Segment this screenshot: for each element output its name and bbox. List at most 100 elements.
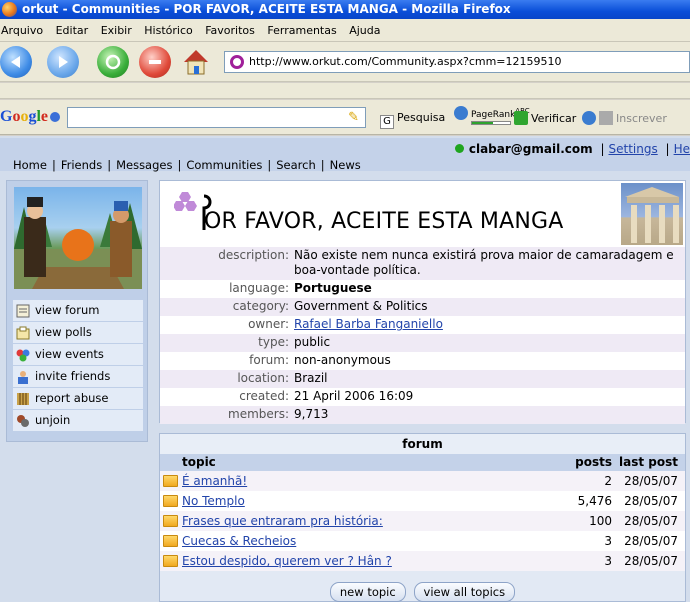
info-row-members: members: 9,713 (160, 406, 685, 424)
info-row-created: created: 21 April 2006 16:09 (160, 388, 685, 406)
created-value: 21 April 2006 16:09 (294, 389, 414, 403)
folder-icon (163, 495, 178, 507)
building-icon (625, 187, 679, 243)
folder-icon (163, 535, 178, 547)
invite-friends-link[interactable]: invite friends (13, 366, 143, 387)
stop-button[interactable] (139, 46, 171, 78)
forum-topic-row: É amanhã! 2 28/05/07 (160, 471, 685, 491)
forum-topic-row: No Templo 5,476 28/05/07 (160, 491, 685, 511)
pagerank-icon (454, 106, 468, 120)
report-abuse-label: report abuse (35, 391, 109, 405)
menu-exibir[interactable]: Exibir (97, 19, 136, 42)
community-info-table: description: Não existe nem nunca existi… (160, 247, 685, 424)
view-polls-link[interactable]: view polls (13, 322, 143, 343)
reload-icon (105, 54, 121, 70)
nav-communities[interactable]: Communities (186, 158, 262, 172)
site-favicon-icon (230, 55, 244, 69)
location-value: Brazil (294, 371, 328, 385)
folder-icon (163, 515, 178, 527)
community-sidebar: view forum view polls view events invite… (6, 180, 148, 442)
main-links: Home | Friends | Messages | Communities | Search… (13, 158, 361, 172)
report-abuse-link[interactable]: report abuse (13, 388, 143, 409)
topic-last-post: 28/05/07 (624, 514, 678, 528)
subscribe-button[interactable]: Inscrever (582, 111, 667, 125)
menu-historico[interactable]: Histórico (140, 19, 196, 42)
language-value: Portuguese (294, 281, 372, 295)
online-status-icon (454, 144, 464, 153)
topic-link[interactable]: No Templo (182, 491, 245, 511)
topic-last-post: 28/05/07 (624, 474, 678, 488)
home-button[interactable] (180, 46, 212, 78)
posts-column-header: posts (575, 455, 612, 469)
highlighter-icon[interactable]: ✎ (348, 110, 359, 125)
arrow-right-icon (59, 56, 68, 68)
folder-icon (163, 475, 178, 487)
topic-last-post: 28/05/07 (624, 554, 678, 568)
settings-link[interactable]: Settings (609, 142, 658, 156)
menu-bar: Arquivo Editar Exibir Histórico Favorito… (0, 19, 690, 42)
forum-title: forum (160, 434, 685, 454)
google-options-icon[interactable] (50, 112, 60, 122)
forward-button[interactable] (47, 46, 79, 78)
topic-link[interactable]: Cuecas & Recheios (182, 531, 296, 551)
menu-favoritos[interactable]: Favoritos (201, 19, 259, 42)
forum-header-row: topic posts last post (160, 454, 685, 471)
back-button[interactable] (0, 46, 32, 78)
owner-link[interactable]: Rafael Barba Fanganiello (294, 317, 443, 331)
arrow-left-icon (11, 56, 20, 68)
community-title: OR FAVOR, ACEITE ESTA MANGA (204, 209, 564, 234)
members-value: 9,713 (294, 407, 329, 421)
info-row-category: category: Government & Politics (160, 298, 685, 316)
bookmarks-strip (0, 83, 690, 99)
topic-link[interactable]: Estou despido, querem ver ? Hân ? (182, 551, 392, 571)
rss-icon (599, 111, 613, 125)
google-search-button[interactable]: G Pesquisa (380, 111, 445, 129)
info-row-type: type: public (160, 334, 685, 352)
info-row-owner: owner: Rafael Barba Fanganiello (160, 316, 685, 334)
topic-last-post: 28/05/07 (624, 534, 678, 548)
menu-editar[interactable]: Editar (52, 19, 93, 42)
reload-button[interactable] (97, 46, 129, 78)
view-all-topics-button[interactable]: view all topics (413, 582, 516, 602)
window-title: orkut - Communities - POR FAVOR, ACEITE … (22, 2, 511, 16)
google-toolbar: Google ✎ GPesquisa PageRankABC Verificar… (0, 100, 690, 135)
info-label: forum: (249, 353, 289, 367)
view-forum-link[interactable]: view forum (13, 300, 143, 321)
menu-arquivo[interactable]: Arquivo (0, 19, 47, 42)
pagerank-label: PageRank (471, 110, 516, 120)
nav-home[interactable]: Home (13, 158, 47, 172)
nav-news[interactable]: News (330, 158, 361, 172)
help-link[interactable]: He (674, 142, 690, 156)
forum-topic-row: Cuecas & Recheios 3 28/05/07 (160, 531, 685, 551)
info-row-language: language: Portuguese (160, 280, 685, 298)
info-label: members: (228, 407, 289, 421)
info-label: type: (258, 335, 289, 349)
view-events-link[interactable]: view events (13, 344, 143, 365)
page-content: Home | Friends | Messages | Communities | Search… (0, 136, 690, 602)
nav-search[interactable]: Search (276, 158, 316, 172)
description-value: Não existe nem nunca existirá prova maio… (294, 248, 674, 277)
pagerank-bar-fill (472, 122, 493, 124)
menu-ajuda[interactable]: Ajuda (345, 19, 384, 42)
google-search-input[interactable]: ✎ (67, 107, 366, 128)
unjoin-link[interactable]: unjoin (13, 410, 143, 431)
info-label: description: (218, 248, 289, 262)
google-search-label: Pesquisa (397, 111, 446, 124)
topic-link[interactable]: Frases que entraram pra história: (182, 511, 383, 531)
invite-icon (18, 371, 28, 384)
nav-messages[interactable]: Messages (116, 158, 172, 172)
nav-friends[interactable]: Friends (61, 158, 102, 172)
forum-topic-row: Estou despido, querem ver ? Hân ? 3 28/0… (160, 551, 685, 571)
forum-value: non-anonymous (294, 353, 391, 367)
topic-last-post: 28/05/07 (624, 494, 678, 508)
orkut-top-nav: Home | Friends | Messages | Communities | Search… (0, 138, 690, 172)
new-topic-button[interactable]: new topic (329, 582, 406, 602)
url-field[interactable]: http://www.orkut.com/Community.aspx?cmm=… (224, 51, 690, 73)
menu-ferramentas[interactable]: Ferramentas (263, 19, 340, 42)
info-label: owner: (248, 317, 289, 331)
community-actions: view forum view polls view events invite… (13, 300, 143, 432)
url-text: http://www.orkut.com/Community.aspx?cmm=… (249, 55, 562, 68)
verify-button[interactable]: Verificar (514, 111, 576, 125)
topic-link[interactable]: É amanhã! (182, 471, 247, 491)
community-photo[interactable] (14, 187, 142, 289)
